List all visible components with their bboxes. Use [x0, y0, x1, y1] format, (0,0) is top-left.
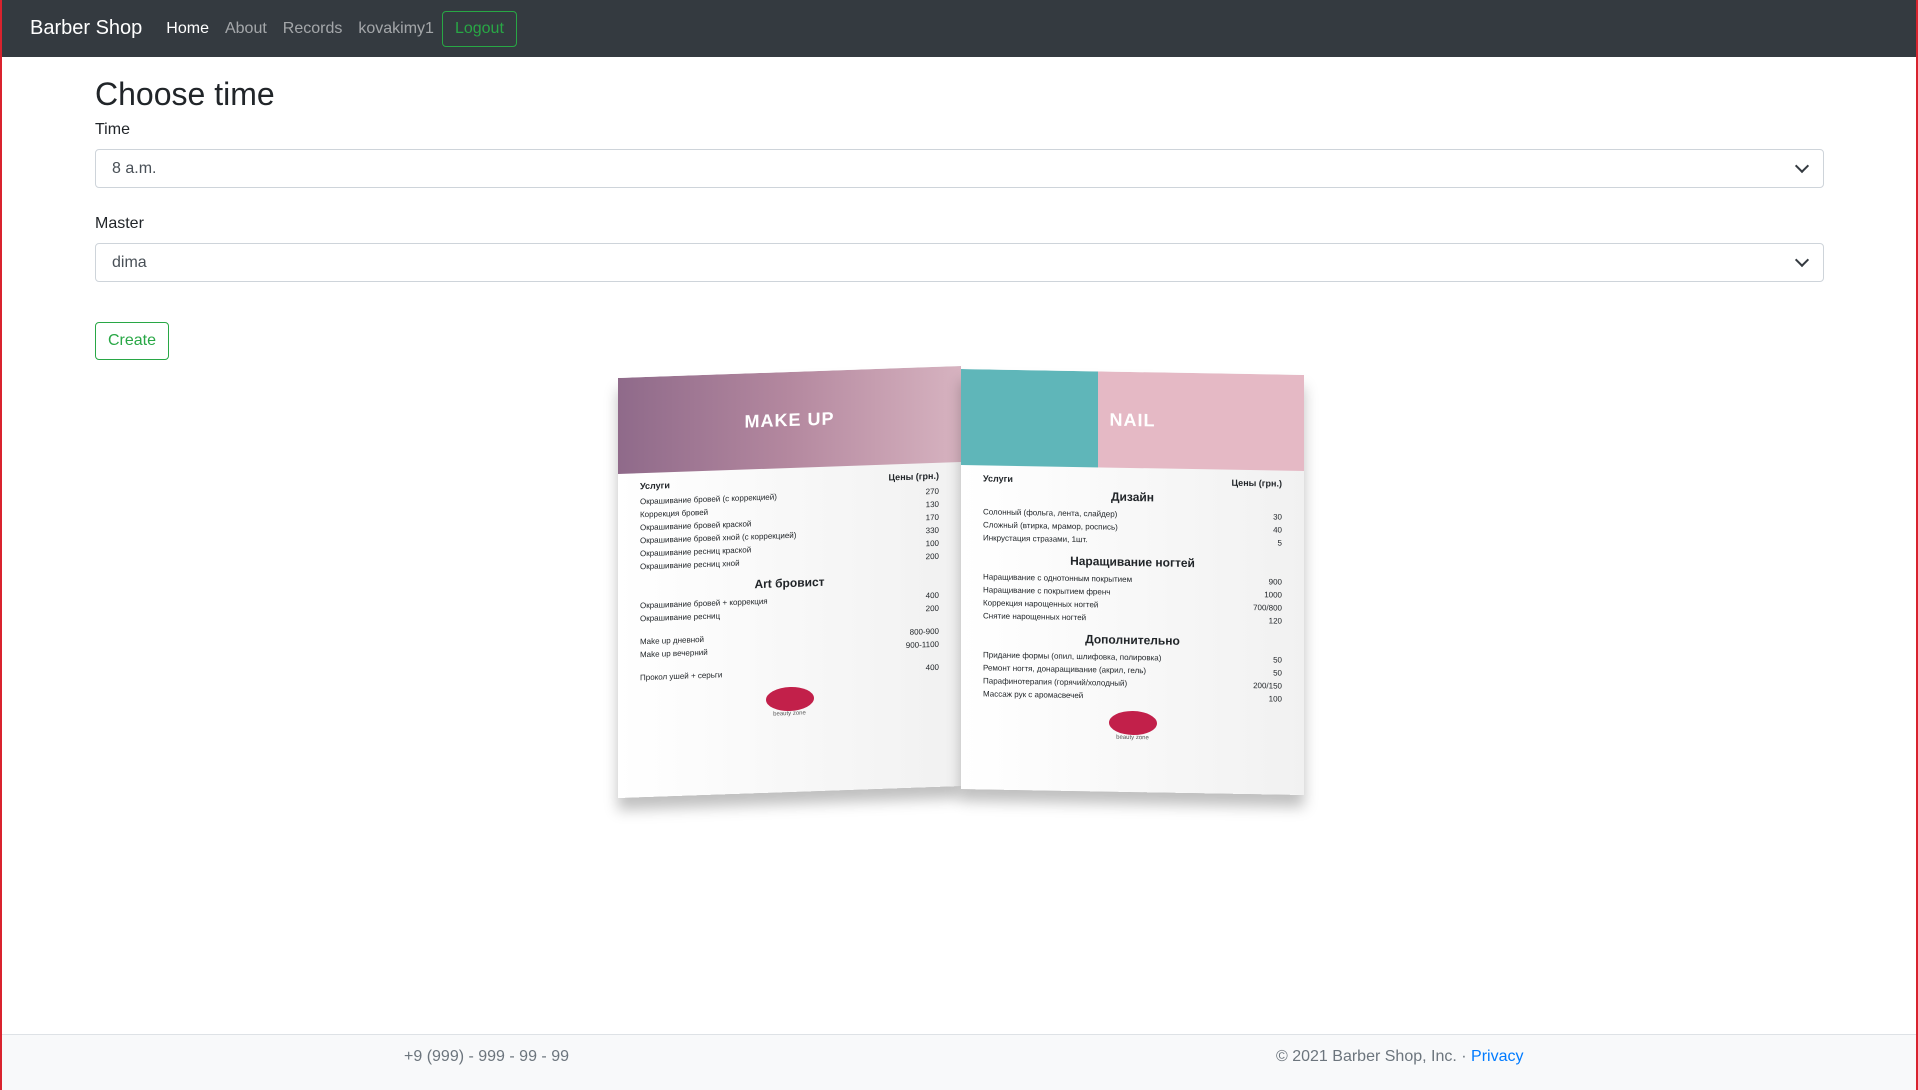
create-button[interactable]: Create — [95, 322, 170, 361]
logout-button[interactable]: Logout — [441, 10, 517, 47]
time-selected-value: 8 a.m. — [112, 159, 157, 177]
nav-records[interactable]: Records — [283, 20, 343, 38]
privacy-link[interactable]: Privacy — [1471, 1048, 1523, 1065]
left-items-2: Окрашивание бровей + коррекция 400 Окраши… — [618, 588, 961, 685]
right-section-title-2: Наращивание ногтей — [1070, 553, 1195, 571]
left-prices-label: Цены (грн.) — [888, 470, 940, 483]
footer-phone: +9 (999) - 999 - 99 - 99 — [404, 1048, 569, 1065]
footer: +9 (999) - 999 - 99 - 99 © 2021 Barber S… — [2, 1034, 1916, 1090]
price-brochure-image: MAKE UP Услуги Цены (грн.) Окрашивание б… — [618, 360, 1304, 810]
brochure-left-page: MAKE UP Услуги Цены (грн.) Окрашивание б… — [618, 366, 961, 798]
makeup-banner: MAKE UP — [618, 366, 961, 474]
lips-logo — [1108, 710, 1157, 736]
list-item: Прокол ушей + серьги 400 — [640, 662, 939, 683]
top-navbar: Barber Shop Home About Records kovakimy1… — [2, 0, 1916, 57]
time-label: Time — [95, 121, 130, 139]
chevron-down-icon — [1794, 158, 1810, 173]
main-content: Choose time Time 8 a.m. Master dima Crea… — [2, 57, 1826, 361]
footer-copyright: © 2021 Barber Shop, Inc. · Privacy — [1276, 1048, 1523, 1066]
right-prices-label: Цены (грн.) — [1231, 477, 1283, 489]
right-services-label: Услуги — [983, 473, 1013, 484]
lips-logo — [765, 686, 814, 712]
time-select[interactable]: 8 a.m. — [95, 149, 1824, 189]
master-selected-value: dima — [112, 253, 147, 271]
nav-home[interactable]: Home — [166, 20, 209, 38]
brochure-right-page: NAIL Услуги Цены (грн.) Дизайн Солонный … — [961, 369, 1304, 795]
master-select[interactable]: dima — [95, 243, 1824, 283]
left-services-label: Услуги — [640, 480, 670, 492]
right-section-title-3: Дополнительно — [1085, 632, 1180, 648]
nail-banner: NAIL — [961, 369, 1304, 471]
page-title: Choose time — [95, 76, 275, 112]
nav-about[interactable]: About — [225, 20, 267, 38]
nav-username[interactable]: kovakimy1 — [358, 20, 434, 38]
brand-link[interactable]: Barber Shop — [30, 17, 142, 40]
copyright-text: © 2021 Barber Shop, Inc. · — [1276, 1048, 1472, 1065]
left-items: Окрашивание бровей (с коррекцией) 270 Кор… — [618, 484, 961, 574]
master-label: Master — [95, 215, 144, 233]
chevron-down-icon — [1794, 252, 1810, 267]
